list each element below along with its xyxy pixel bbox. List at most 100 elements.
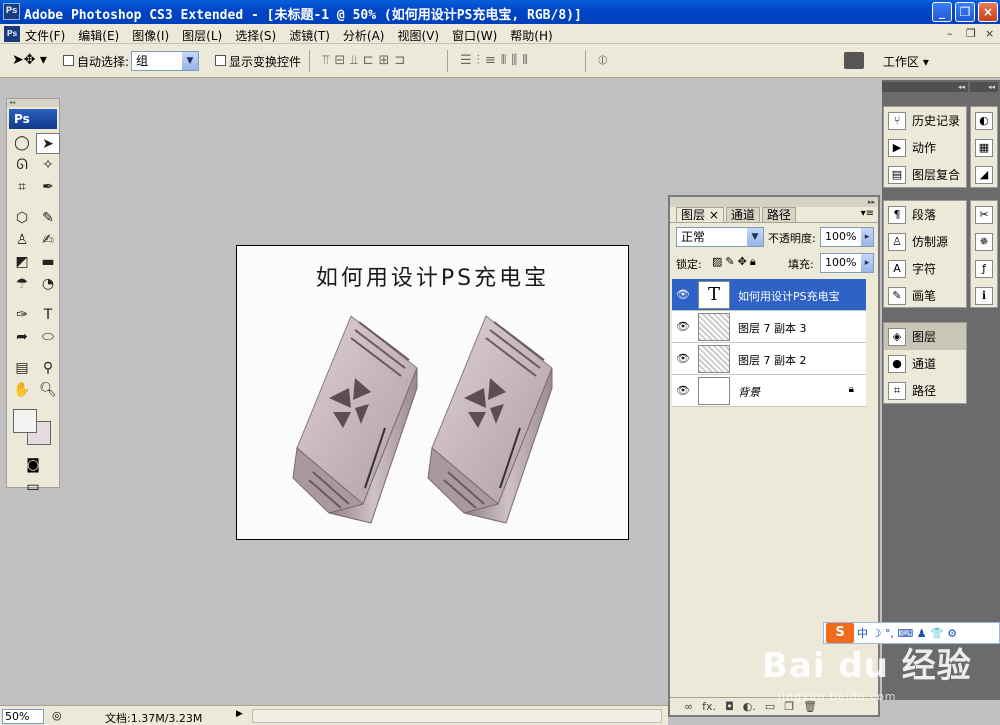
align-vcenter-icon[interactable]: ⊟ [334,53,345,68]
auto-select-checkbox[interactable] [63,55,74,66]
workspace-icon[interactable] [844,52,864,69]
tab-layers[interactable]: 图层 × [676,207,724,222]
distribute-vcenter-icon[interactable]: ⫶ [477,53,480,68]
distribute-right-icon[interactable]: ⦀ [522,53,528,68]
marquee-tool-icon[interactable]: ◯ [10,133,34,154]
notes-tool-icon[interactable]: ▤ [10,358,34,379]
link-layers-icon[interactable]: ∞ [684,698,693,715]
panel-menu-icon[interactable]: ▾≡ [861,208,874,219]
menu-filter[interactable]: 滤镜(T) [289,27,330,44]
pen-tool-icon[interactable]: ✑ [10,305,34,326]
paths-panel-tab[interactable]: ⌗ 路径 [884,377,966,404]
gradient-tool-icon[interactable]: ▬ [36,252,60,273]
clone-source-panel-tab[interactable]: ♙ 仿制源 [884,228,966,255]
blend-mode-dropdown[interactable]: 正常 ▼ [676,227,764,247]
eye-icon[interactable]: 👁︎ [675,352,691,366]
slice-tool-icon[interactable]: ✒ [36,177,60,198]
info-panel-button[interactable]: ℹ [971,282,997,309]
menu-analysis[interactable]: 分析(A) [343,27,385,44]
distribute-left-icon[interactable]: ⫴ [501,53,506,68]
tab-paths[interactable]: 路径 [761,207,796,222]
paragraph-panel-tab[interactable]: ¶ 段落 [884,201,966,228]
history-panel-tab[interactable]: ⑂ 历史记录 [884,107,966,134]
styles-panel-button[interactable]: ✵ [971,228,997,255]
doc-restore-icon[interactable]: ❐ [966,27,976,40]
align-right-icon[interactable]: ⊐ [394,53,405,68]
distribute-bottom-icon[interactable]: ≡ [485,53,496,68]
status-options-icon[interactable]: ◎ [52,709,62,722]
healing-brush-icon[interactable]: ⬡ [10,208,34,229]
eye-icon[interactable]: 👁︎ [675,384,691,398]
status-menu-arrow-icon[interactable]: ▶ [236,709,243,719]
color-panel-button[interactable]: ◐ [971,107,997,134]
blur-tool-icon[interactable]: ☂ [10,274,34,295]
brush-tool-icon[interactable]: ✎ [36,208,60,229]
align-left-icon[interactable]: ⊏ [363,53,374,68]
toolbox-grip[interactable]: ◂◂ [7,99,59,107]
eyedropper-icon[interactable]: ⚲ [36,358,60,379]
layer-row[interactable]: 👁︎ 图层 7 副本 3 [672,311,866,343]
screen-mode-icon[interactable]: ▭ [7,479,59,501]
doc-close-icon[interactable]: × [985,27,994,40]
tab-channels[interactable]: 通道 [725,207,760,222]
magic-wand-icon[interactable]: ✧ [36,155,60,176]
path-select-icon[interactable]: ➦ [10,327,34,348]
minimize-button[interactable]: _ [932,2,952,22]
quick-mask-icon[interactable]: ◙ [7,457,59,479]
layer-style-icon[interactable]: fx. [702,698,716,715]
show-transform-checkbox[interactable] [215,55,226,66]
move-tool-icon[interactable]: ➤ [36,133,60,154]
maximize-button[interactable]: ❐ [955,2,975,22]
dock-collapse-grip[interactable]: ◂◂ [970,82,998,92]
actions-panel-tab[interactable]: ▶ 动作 [884,134,966,161]
close-button[interactable]: × [978,2,998,22]
hand-tool-icon[interactable]: ✋ [10,380,34,401]
horizontal-scrollbar[interactable] [252,709,662,723]
new-group-icon[interactable]: ▭ [765,698,775,715]
layer-mask-icon[interactable]: ◘ [725,698,734,715]
fill-field[interactable]: 100% ▸ [820,253,874,273]
menu-file[interactable]: 文件(F) [25,27,65,44]
type-tool-icon[interactable]: T [36,305,60,326]
zoom-field[interactable]: 50% [2,709,44,724]
character-panel-tab[interactable]: A 字符 [884,255,966,282]
adjustment-layer-icon[interactable]: ◐. [743,698,756,715]
layers-panel-tab[interactable]: ◈ 图层 [884,323,966,350]
menu-layer[interactable]: 图层(L) [182,27,222,44]
menu-help[interactable]: 帮助(H) [510,27,552,44]
layers-panel-grip[interactable]: ▸▸ [670,197,878,207]
distribute-hcenter-icon[interactable]: ⫼ [511,53,517,68]
opacity-field[interactable]: 100% ▸ [820,227,874,247]
menu-select[interactable]: 选择(S) [235,27,276,44]
brushes-panel-tab[interactable]: ✎ 画笔 [884,282,966,309]
document-icon[interactable]: Ps [4,26,20,42]
lasso-tool-icon[interactable]: ᘏ [10,155,34,176]
eye-icon[interactable]: 👁︎ [675,320,691,334]
foreground-color[interactable] [13,409,37,433]
history-brush-icon[interactable]: ✍ [36,230,60,251]
tool-presets-button[interactable]: ✂ [971,201,997,228]
layer-row-background[interactable]: 👁︎ 背景 🔒︎ [672,375,866,407]
auto-select-dropdown[interactable]: 组 ▼ [131,51,199,71]
menu-edit[interactable]: 编辑(E) [78,27,119,44]
dodge-tool-icon[interactable]: ◔ [36,274,60,295]
layer-row[interactable]: 👁︎ 图层 7 副本 2 [672,343,866,375]
menu-view[interactable]: 视图(V) [397,27,439,44]
chevron-right-icon[interactable]: ▸ [861,228,873,246]
menu-window[interactable]: 窗口(W) [452,27,497,44]
align-top-icon[interactable]: ⫪ [322,53,329,68]
shape-tool-icon[interactable]: ⬭ [36,327,60,348]
lock-options-icons[interactable]: ▨✎✥🔒︎ [712,255,759,269]
effects-panel-button[interactable]: ƒ [971,255,997,282]
distribute-top-icon[interactable]: ☰ [460,53,472,68]
document-canvas[interactable]: 如何用设计PS充电宝 [236,245,629,540]
navigator-panel-button[interactable]: ◢ [971,161,997,188]
zoom-tool-icon[interactable]: 🔍︎ [36,380,60,401]
align-hcenter-icon[interactable]: ⊞ [378,53,389,68]
swatches-panel-button[interactable]: ▦ [971,134,997,161]
crop-tool-icon[interactable]: ⌗ [10,177,34,198]
auto-align-icon[interactable]: ⦶ [598,53,607,68]
channels-panel-tab[interactable]: ● 通道 [884,350,966,377]
move-tool-icon[interactable]: ➤✥ ▾ [12,52,47,68]
eraser-tool-icon[interactable]: ◩ [10,252,34,273]
